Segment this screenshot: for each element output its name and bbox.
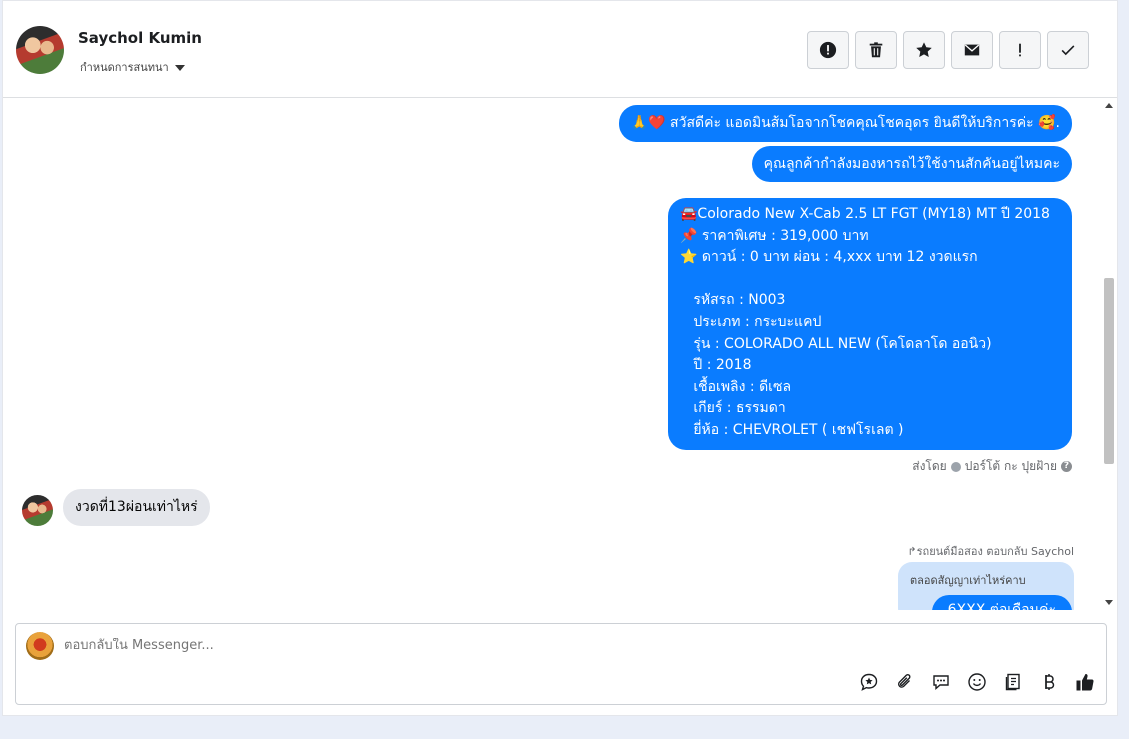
trash-icon [869,42,883,58]
scroll-down-arrow-icon[interactable] [1105,600,1113,605]
contact-avatar[interactable] [16,26,64,74]
conversation-settings-dropdown[interactable]: กำหนดการสนทนา [80,58,185,76]
conversation-header: Saychol Kumin กำหนดการสนทนา [3,1,1117,98]
saved-replies-button[interactable] [930,671,952,693]
scroll-up-arrow-icon[interactable] [1105,103,1113,108]
verified-icon [950,461,961,472]
envelope-icon [964,44,980,56]
header-actions [807,31,1089,69]
sent-by-label: ส่งโดย [912,459,947,473]
notes-button[interactable] [1002,671,1024,693]
star-button[interactable] [903,31,945,69]
scroll-thumb[interactable] [1104,278,1114,464]
sent-by-name: ปอร์โต้ กะ ปุยฝ้าย [964,459,1057,473]
message-outgoing[interactable]: 🙏❤️ สวัสดีค่ะ แอดมินส้มโอจากโชคคุณโชคอุด… [618,105,1072,142]
attach-file-button[interactable] [894,671,916,693]
attachment-icon [898,674,911,688]
emoji-icon [968,673,986,691]
reply-input[interactable] [64,638,664,653]
mark-done-button[interactable] [1047,31,1089,69]
contact-avatar-small [22,495,53,526]
conversation-settings-label: กำหนดการสนทนา [80,61,169,74]
composer-tools [858,671,1096,693]
message-composer [15,623,1107,705]
contact-name[interactable]: Saychol Kumin [78,29,202,47]
message-outgoing[interactable]: 6XXX ต่อเดือนค่ะ [931,595,1072,610]
reply-context: ↱รถยนต์มือสอง ตอบกลับ Saychol [907,545,1074,558]
quick-reply-icon [860,673,878,691]
send-like-button[interactable] [1074,671,1096,693]
message-outgoing[interactable]: คุณลูกค้ากำลังมองหารถไว้ใช้งานสักคันอยู่… [751,146,1072,182]
payment-button[interactable] [1038,671,1060,693]
star-icon [916,42,932,58]
alert-circle-icon [819,41,837,59]
quick-reply-button[interactable] [858,671,880,693]
sent-by-info: ส่งโดย ปอร์โต้ กะ ปุยฝ้าย ? [912,457,1072,476]
chevron-down-icon [174,64,185,71]
delete-button[interactable] [855,31,897,69]
conversation-panel: Saychol Kumin กำหนดการสนทนา 🙏❤️ สวัสดีค่… [2,0,1118,716]
saved-reply-icon [933,675,949,691]
message-thread[interactable]: 🙏❤️ สวัสดีค่ะ แอดมินส้มโอจากโชคคุณโชคอุด… [3,98,1103,610]
notes-icon [1005,673,1020,691]
thumbs-up-icon [1076,674,1094,691]
mark-important-button[interactable] [999,31,1041,69]
chat-scrollbar[interactable] [1101,98,1117,610]
emoji-button[interactable] [966,671,988,693]
exclamation-icon [1019,43,1021,57]
check-icon [1061,45,1075,56]
help-icon[interactable]: ? [1061,461,1072,472]
mark-spam-button[interactable] [807,31,849,69]
page-avatar [26,632,54,660]
mark-unread-button[interactable] [951,31,993,69]
message-outgoing-car-details[interactable]: 🚘Colorado New X-Cab 2.5 LT FGT (MY18) MT… [668,198,1072,450]
baht-icon [1045,674,1055,690]
message-incoming[interactable]: งวดที่13ผ่อนเท่าไหร่ [63,489,210,526]
